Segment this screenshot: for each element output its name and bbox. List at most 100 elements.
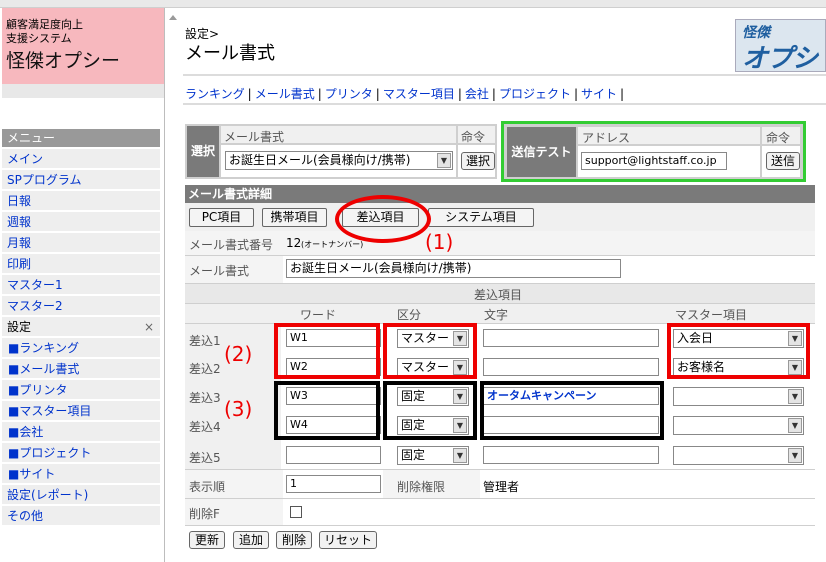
insert-5-word-input[interactable]: [286, 446, 381, 464]
sidebar-divider: [164, 8, 165, 562]
nav-link-printer[interactable]: プリンタ: [325, 87, 373, 101]
reset-button[interactable]: リセット: [319, 531, 377, 549]
col-text: 文字: [484, 308, 509, 322]
sidebar-item-weekly-report[interactable]: 週報: [2, 212, 160, 232]
insert-3-master-select[interactable]: ▼: [673, 387, 804, 406]
delete-button[interactable]: 削除: [276, 531, 312, 549]
insert-1-text-input[interactable]: [483, 329, 659, 347]
insert-row-5-label: 差込5: [189, 451, 221, 465]
insert-5-text-input[interactable]: [483, 446, 659, 464]
chevron-down-icon: ▼: [788, 448, 802, 463]
chevron-down-icon: ▼: [788, 418, 802, 433]
mail-name-input[interactable]: お誕生日メール(会員様向け/携帯): [286, 259, 621, 278]
sidebar-item-master-1[interactable]: マスター1: [2, 275, 160, 295]
master-1-2-highlight: [667, 323, 810, 379]
sidebar-item-ranking[interactable]: ■ランキング: [2, 338, 160, 358]
col-master: マスター項目: [675, 308, 748, 322]
sidebar-item-settings-report[interactable]: 設定(レポート): [2, 485, 160, 505]
chevron-down-icon: ▼: [437, 153, 451, 168]
header-divider: [183, 74, 826, 76]
close-icon[interactable]: ×: [144, 317, 154, 337]
name-label: メール書式: [189, 264, 250, 278]
sidebar-item-mail-format[interactable]: ■メール書式: [2, 359, 160, 379]
nav-separator: |: [375, 87, 380, 101]
chevron-down-icon: ▼: [453, 448, 467, 463]
tab-pc-fields[interactable]: PC項目: [189, 208, 254, 227]
delete-flag-cell: [283, 499, 815, 525]
insert-row-3-label: 差込3: [189, 391, 221, 405]
text-3-4-highlight: [480, 381, 664, 440]
detail-section-title: メール書式詳細: [185, 185, 815, 203]
sidebar-item-project[interactable]: ■プロジェクト: [2, 443, 160, 463]
number-value: 12: [286, 236, 302, 250]
select-button[interactable]: 選択: [461, 152, 495, 170]
send-test-highlight: [501, 121, 806, 182]
brand-block: 顧客満足度向上 支援システム 怪傑オプシー: [2, 8, 164, 84]
insert-2-text-input[interactable]: [483, 358, 659, 376]
col-kubun: 区分: [397, 308, 422, 322]
tab-mobile-fields[interactable]: 携帯項目: [262, 208, 327, 227]
insert-5-master-select[interactable]: ▼: [673, 446, 804, 465]
sidebar-spacer: [2, 84, 164, 98]
sidebar-item-main[interactable]: メイン: [2, 149, 160, 169]
insert-5-kubun-select[interactable]: 固定 ▼: [397, 446, 469, 465]
nav-separator: |: [491, 87, 496, 101]
scroll-up-arrow-icon[interactable]: [167, 12, 179, 24]
sidebar-item-other[interactable]: その他: [2, 506, 160, 526]
nav-link-site[interactable]: サイト: [581, 87, 617, 101]
mail-template-select[interactable]: お誕生日メール(会員様向け/携帯) ▼: [225, 151, 453, 170]
nav-link-company[interactable]: 会社: [465, 87, 489, 101]
nav-link-project[interactable]: プロジェクト: [499, 87, 571, 101]
sidebar-item-site[interactable]: ■サイト: [2, 464, 160, 484]
annotation-2: (2): [224, 342, 253, 366]
sidebar-item-print[interactable]: 印刷: [2, 254, 160, 274]
delete-flag-checkbox[interactable]: [290, 506, 302, 518]
order-label: 表示順: [189, 480, 226, 494]
kubun-3-4-highlight: [383, 381, 477, 440]
nav-link-mail-format[interactable]: メール書式: [255, 87, 315, 101]
kubun-1-2-highlight: [383, 323, 477, 379]
order-input[interactable]: 1: [286, 475, 381, 493]
select-col-mail-label: メール書式: [224, 130, 285, 144]
nav-link-master-fields[interactable]: マスター項目: [383, 87, 455, 101]
insert-row-2-label: 差込2: [189, 362, 221, 376]
update-button[interactable]: 更新: [189, 531, 225, 549]
sidebar-item-settings-label: 設定: [7, 320, 32, 334]
brand-name: 怪傑オプシー: [6, 50, 121, 72]
select-panel-label: 選択: [187, 126, 219, 177]
annotation-1: (1): [425, 230, 454, 254]
sidebar-item-monthly-report[interactable]: 月報: [2, 233, 160, 253]
word-3-4-highlight: [274, 381, 380, 440]
insert-tab-highlight: [335, 195, 431, 243]
word-1-2-highlight: [274, 323, 380, 379]
perm-cell: [480, 470, 815, 498]
insert-header-label: 差込項目: [474, 288, 523, 302]
nav-link-ranking[interactable]: ランキング: [185, 87, 245, 101]
brand-line-2: 支援システム: [6, 32, 72, 45]
sidebar-item-master-fields[interactable]: ■マスター項目: [2, 401, 160, 421]
tab-system-fields[interactable]: システム項目: [428, 208, 534, 227]
chevron-down-icon: ▼: [788, 389, 802, 404]
sidebar-item-company[interactable]: ■会社: [2, 422, 160, 442]
window-top-strip: [0, 0, 826, 8]
sidebar: 顧客満足度向上 支援システム 怪傑オプシー メニュー メイン SPプログラム 日…: [0, 8, 164, 562]
mail-template-select-value: お誕生日メール(会員様向け/携帯): [229, 153, 411, 167]
annotation-3: (3): [224, 397, 253, 421]
sidebar-item-master-2[interactable]: マスター2: [2, 296, 160, 316]
logo-text-2: オプシ: [742, 44, 818, 72]
perm-value: 管理者: [483, 480, 520, 494]
nav-separator: |: [620, 87, 625, 101]
number-label: メール書式番号: [189, 238, 274, 252]
insert-4-master-select[interactable]: ▼: [673, 416, 804, 435]
sidebar-item-printer[interactable]: ■プリンタ: [2, 380, 160, 400]
nav-divider: [183, 103, 826, 105]
sidebar-item-daily-report[interactable]: 日報: [2, 191, 160, 211]
menu-header: メニュー: [2, 129, 160, 147]
select-col-cmd-label: 命令: [461, 130, 486, 144]
sidebar-item-sp-program[interactable]: SPプログラム: [2, 170, 160, 190]
sidebar-item-settings[interactable]: 設定 ×: [2, 317, 160, 337]
app-logo: 怪傑 オプシ: [735, 19, 826, 72]
add-button[interactable]: 追加: [233, 531, 269, 549]
nav-separator: |: [247, 87, 252, 101]
nav-separator: |: [317, 87, 322, 101]
